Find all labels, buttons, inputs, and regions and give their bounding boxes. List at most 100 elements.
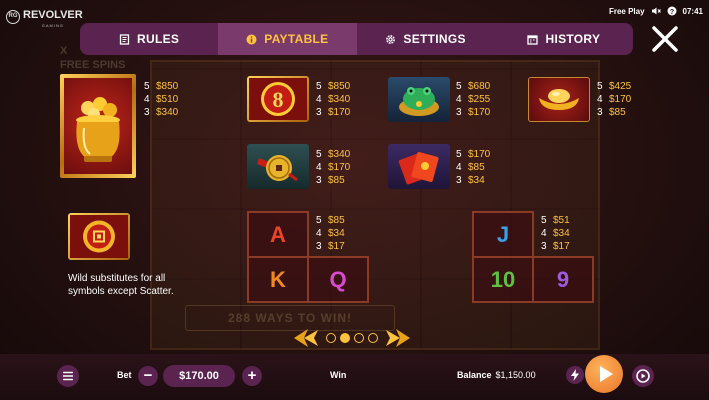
pay-row: 4 $170 <box>597 93 631 106</box>
tab-settings[interactable]: SETTINGS <box>357 23 495 55</box>
pay-row: 4 $340 <box>316 93 350 106</box>
next-page-arrow-icon[interactable] <box>382 328 412 348</box>
pay-row: 5 $850 <box>144 80 178 93</box>
pay-count: 4 <box>456 162 462 173</box>
brand-logo: RG REVOLVER GAMING <box>6 5 83 28</box>
prev-page-arrow-icon[interactable] <box>292 328 322 348</box>
pay-value: $170 <box>468 149 491 160</box>
pay-row: 3 $340 <box>144 106 178 119</box>
pay-value: $85 <box>328 175 345 186</box>
wild-symbol <box>68 213 130 260</box>
pay-row: 5 $51 <box>541 214 570 227</box>
tab-paytable[interactable]: PAYTABLE <box>218 23 357 55</box>
symbol-10: 10 <box>472 256 534 303</box>
symbol-q: Q <box>307 256 369 303</box>
ingot-pays: 5 $425 4 $170 3 $85 <box>597 80 631 119</box>
mode-label: Free Play <box>608 6 645 16</box>
pay-value: $340 <box>328 94 351 105</box>
pay-value: $34 <box>553 228 570 239</box>
page-dot-4[interactable] <box>368 333 378 343</box>
pay-count: 4 <box>144 94 150 105</box>
pay-row: 5 $680 <box>456 80 490 93</box>
symbol-k: K <box>247 256 309 303</box>
lucky-eight-symbol: 8 <box>247 76 309 122</box>
gold-pot-symbol <box>60 74 136 178</box>
chinese-coin-symbol <box>247 144 309 189</box>
symbol-9: 9 <box>532 256 594 303</box>
mute-icon[interactable] <box>651 6 661 16</box>
logo-wordmark: REVOLVER GAMING <box>23 5 83 29</box>
autoplay-button[interactable] <box>632 365 654 387</box>
pay-value: $85 <box>609 107 626 118</box>
lucky-eight-icon: 8 <box>249 78 307 120</box>
gold-pot-icon <box>76 97 120 162</box>
pay-count: 4 <box>316 228 322 239</box>
symbol-a: A <box>247 211 309 258</box>
chinese-coin-icon <box>257 155 298 182</box>
lows-pays: 5 $51 4 $34 3 $17 <box>541 214 570 253</box>
pay-row: 4 $255 <box>456 93 490 106</box>
pay-row: 5 $425 <box>597 80 631 93</box>
tab-rules[interactable]: RULES <box>80 23 218 55</box>
frog-pays: 5 $680 4 $255 3 $170 <box>456 80 490 119</box>
pay-count: 5 <box>456 81 462 92</box>
red-envelope-icon <box>398 152 439 185</box>
pay-row: 3 $34 <box>456 174 490 187</box>
close-icon[interactable] <box>650 24 680 54</box>
pay-row: 4 $34 <box>541 227 570 240</box>
pay-value: $850 <box>156 81 179 92</box>
pay-row: 4 $510 <box>144 93 178 106</box>
royals-pays: 5 $85 4 $34 3 $17 <box>316 214 345 253</box>
play-icon <box>600 366 613 382</box>
spin-button[interactable] <box>585 355 623 393</box>
bet-increase-button[interactable]: + <box>242 366 262 386</box>
pay-row: 3 $85 <box>316 174 350 187</box>
brand-sub: GAMING <box>41 23 64 28</box>
help-icon[interactable]: ? <box>667 6 677 16</box>
gold-ingot-icon <box>539 89 579 110</box>
pay-count: 5 <box>316 149 322 160</box>
envelope-pays: 5 $170 4 $85 3 $34 <box>456 148 490 187</box>
lightning-icon <box>571 369 579 381</box>
pay-value: $170 <box>468 107 491 118</box>
clock: 07:41 <box>682 6 703 16</box>
tab-paytable-label: PAYTABLE <box>264 32 329 46</box>
pay-row: 4 $85 <box>456 161 490 174</box>
bet-decrease-button[interactable]: − <box>138 366 158 386</box>
turbo-button[interactable] <box>566 366 584 384</box>
balance-label: Balance <box>457 370 492 380</box>
page-dot-2[interactable] <box>340 333 350 343</box>
pay-row: 3 $170 <box>316 106 350 119</box>
pay-row: 5 $850 <box>316 80 350 93</box>
info-icon <box>246 34 257 44</box>
pay-count: 3 <box>144 107 150 118</box>
page-dot-1[interactable] <box>326 333 336 343</box>
pay-row: 5 $85 <box>316 214 345 227</box>
pay-value: $340 <box>328 149 351 160</box>
tab-history-label: HISTORY <box>545 32 601 46</box>
pay-count: 5 <box>144 81 150 92</box>
bet-value: $170.00 <box>163 365 235 387</box>
menu-button[interactable] <box>57 365 79 387</box>
status-bar: Free Play ? 07:41 <box>609 6 703 16</box>
book-icon <box>119 33 130 45</box>
pay-count: 5 <box>597 81 603 92</box>
win-label: Win <box>330 370 347 380</box>
wild-description: Wild substitutes for all symbols except … <box>68 273 174 297</box>
pay-count: 4 <box>316 94 322 105</box>
pay-count: 3 <box>597 107 603 118</box>
page-dot-3[interactable] <box>354 333 364 343</box>
bg-free-spins: FREE SPINS <box>60 59 126 71</box>
pay-value: $85 <box>468 162 485 173</box>
pay-count: 3 <box>316 241 322 252</box>
pay-count: 3 <box>316 107 322 118</box>
calendar-icon <box>527 34 539 45</box>
tab-rules-label: RULES <box>137 32 180 46</box>
tab-history[interactable]: HISTORY <box>495 23 633 55</box>
symbol-j: J <box>472 211 534 258</box>
svg-text:8: 8 <box>273 87 284 112</box>
pay-row: 5 $170 <box>456 148 490 161</box>
red-envelope-symbol <box>388 144 450 189</box>
pay-value: $170 <box>328 162 351 173</box>
autoplay-icon <box>636 369 650 383</box>
